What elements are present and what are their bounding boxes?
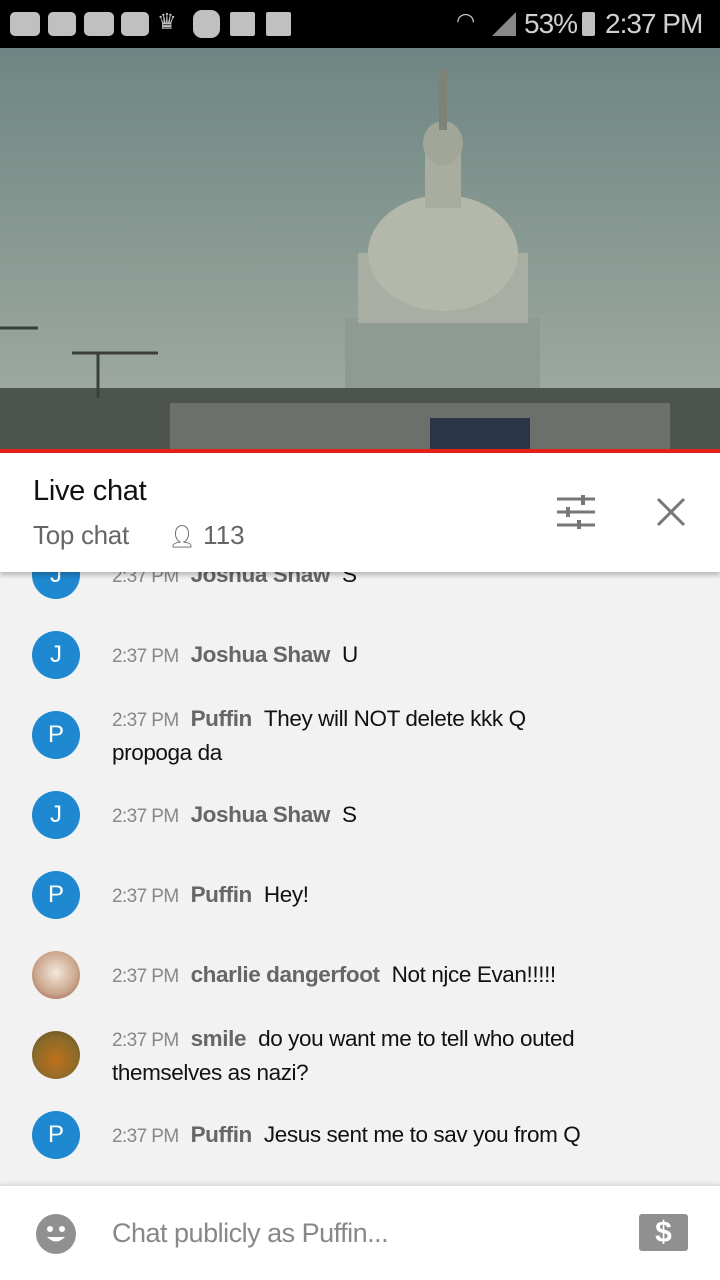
avatar[interactable]: J <box>32 572 80 599</box>
message-text: Hey! <box>263 882 309 907</box>
author-name[interactable]: Joshua Shaw <box>191 572 331 587</box>
chat-input[interactable]: Chat publicly as Puffin... <box>112 1218 389 1249</box>
avatar[interactable]: J <box>32 631 80 679</box>
youtube-icon <box>121 12 149 36</box>
timestamp: 2:37 PM <box>112 886 179 907</box>
signal-icon <box>492 12 516 36</box>
emoji-button[interactable] <box>36 1214 76 1254</box>
avatar[interactable]: P <box>32 871 80 919</box>
m-app-icon <box>193 10 220 38</box>
smiley-icon <box>47 1226 65 1242</box>
avatar[interactable]: P <box>32 1111 80 1159</box>
viewer-count-value: 113 <box>203 520 245 550</box>
author-name[interactable]: charlie dangerfoot <box>191 962 380 987</box>
avatar-photo[interactable] <box>32 1031 80 1079</box>
message-text: Not njce Evan!!!!! <box>391 962 557 987</box>
super-chat-button[interactable]: $ <box>639 1214 688 1251</box>
crown-icon: ♛ <box>157 9 177 34</box>
avatar[interactable]: J <box>32 791 80 839</box>
timestamp: 2:37 PM <box>112 710 179 731</box>
timestamp: 2:37 PM <box>112 1030 179 1051</box>
avatar[interactable]: P <box>32 711 80 759</box>
message-text: do you want me to tell who outed themsel… <box>112 1026 575 1085</box>
battery-icon <box>582 12 595 36</box>
timestamp: 2:37 PM <box>112 572 179 587</box>
person-icon: 👤︎ <box>168 524 196 549</box>
live-chat-header: Live chat Top chat 👤︎ 113 <box>0 453 720 572</box>
chat-input-bar: Chat publicly as Puffin... $ <box>0 1185 720 1280</box>
youtube-icon <box>84 12 114 36</box>
author-name[interactable]: smile <box>191 1026 247 1051</box>
viewer-count: 👤︎ 113 <box>168 520 245 551</box>
sliders-icon <box>557 495 595 530</box>
panel-title: Live chat <box>33 475 147 507</box>
close-button[interactable] <box>656 497 686 527</box>
folder-icon <box>230 12 255 36</box>
timestamp: 2:37 PM <box>112 1126 179 1147</box>
chat-mode-dropdown[interactable]: Top chat <box>33 520 129 551</box>
message-text: Jesus sent me to sav you from Q <box>263 1122 581 1147</box>
timestamp: 2:37 PM <box>112 966 179 987</box>
youtube-icon <box>10 12 40 36</box>
message-icon <box>48 12 76 36</box>
message-text: U <box>341 642 358 667</box>
filter-settings-button[interactable] <box>557 495 595 530</box>
close-icon <box>656 497 686 527</box>
battery-percent: 53% <box>524 8 578 39</box>
wifi-icon: ◠ <box>456 8 476 33</box>
video-player[interactable] <box>0 48 720 450</box>
author-name[interactable]: Puffin <box>191 706 253 731</box>
image-icon <box>266 12 291 36</box>
chat-message-list[interactable]: J 2:37 PM Joshua Shaw S J 2:37 PM Joshua Sh… <box>0 572 720 1185</box>
status-bar: ♛ ◠ 53% 2:37 PM <box>0 0 720 48</box>
message-text: S <box>341 802 357 827</box>
author-name[interactable]: Joshua Shaw <box>191 642 331 667</box>
avatar-photo[interactable] <box>32 951 80 999</box>
timestamp: 2:37 PM <box>112 646 179 667</box>
clock: 2:37 PM <box>605 8 703 39</box>
timestamp: 2:37 PM <box>112 806 179 827</box>
dollar-icon: $ <box>655 1216 672 1249</box>
author-name[interactable]: Joshua Shaw <box>191 802 331 827</box>
message-text: S <box>341 572 357 587</box>
author-name[interactable]: Puffin <box>191 882 253 907</box>
author-name[interactable]: Puffin <box>191 1122 253 1147</box>
